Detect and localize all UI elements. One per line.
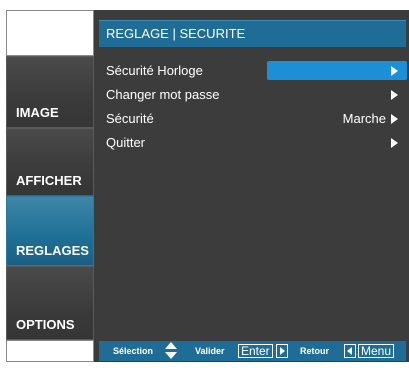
tab-reglages[interactable]: REGLAGES (6, 196, 94, 266)
menu-item-securite-horloge[interactable]: Sécurité Horloge (106, 62, 402, 80)
menu-key: Menu (358, 344, 395, 358)
tab-options-label: OPTIONS (16, 317, 75, 332)
up-down-arrows-icon (165, 342, 177, 360)
tab-image-label: IMAGE (16, 105, 59, 120)
arrow-right-icon (391, 66, 398, 76)
arrow-right-icon (391, 90, 398, 100)
menu-title: REGLAGE | SECURITE (99, 20, 406, 47)
valider-hint: Valider (195, 346, 225, 356)
arrow-left-icon (344, 344, 356, 358)
arrow-right-icon (391, 138, 398, 148)
menu-item-label: Sécurité Horloge (106, 63, 203, 78)
menu-item-quitter[interactable]: Quitter (106, 134, 402, 152)
tab-afficher[interactable]: AFFICHER (6, 128, 94, 196)
arrow-right-icon (276, 344, 288, 358)
retour-hint: Retour (300, 346, 329, 356)
menu-item-changer-mot-passe[interactable]: Changer mot passe (106, 86, 402, 104)
sidebar-top-blank (6, 10, 94, 56)
tab-image[interactable]: IMAGE (6, 56, 94, 128)
menu-item-label: Quitter (106, 135, 146, 150)
menu-item-value: Marche (342, 111, 386, 126)
menu-item-securite[interactable]: Sécurité Marche (106, 110, 402, 128)
help-bar: Sélection Valider Enter Retour Menu (99, 341, 406, 361)
tab-reglages-label: REGLAGES (16, 243, 89, 258)
menu-item-label: Sécurité (106, 111, 154, 126)
menu-item-label: Changer mot passe (106, 87, 220, 102)
tab-afficher-label: AFFICHER (16, 173, 82, 188)
selection-hint: Sélection (113, 346, 154, 356)
sidebar-bottom-blank (6, 340, 94, 362)
tab-options[interactable]: OPTIONS (6, 266, 94, 340)
enter-key: Enter (238, 344, 273, 358)
arrow-right-icon (391, 114, 398, 124)
